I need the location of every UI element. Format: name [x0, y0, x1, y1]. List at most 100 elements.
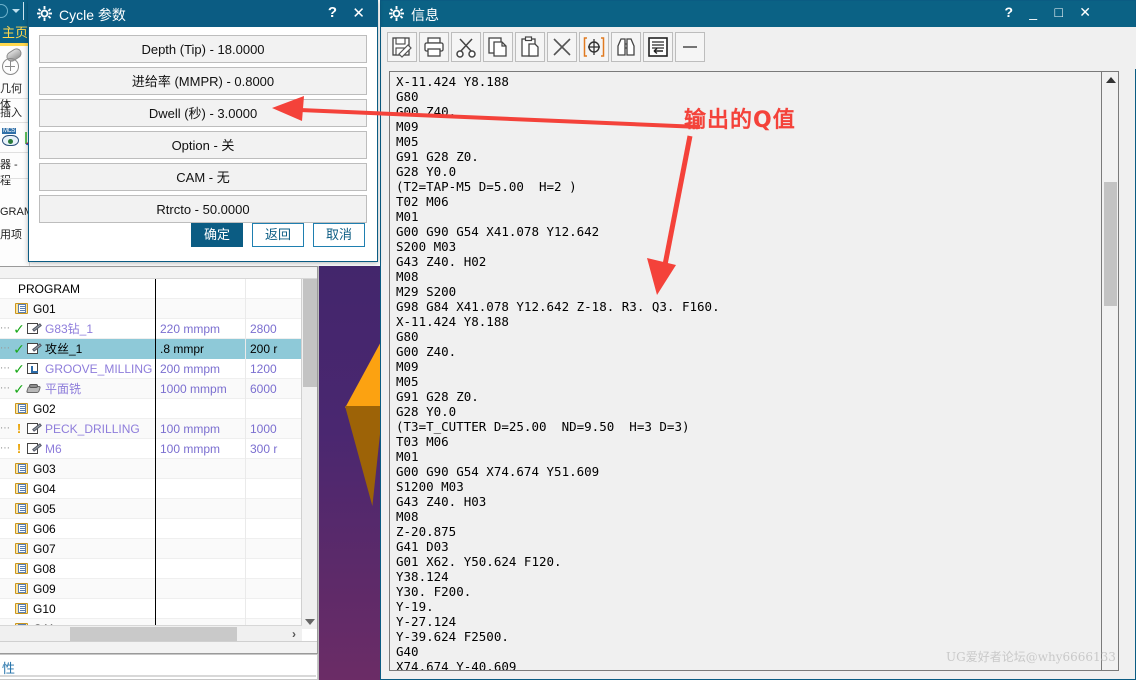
tree-cell-feed	[156, 598, 246, 619]
tree-row[interactable]: G10	[0, 598, 302, 619]
delete-button[interactable]	[547, 32, 577, 62]
cycle-param-button-2[interactable]: Dwell (秒) - 3.0000	[39, 99, 367, 127]
tree-row[interactable]: G01	[0, 298, 302, 319]
close-icon[interactable]: ✕	[352, 4, 365, 22]
tree-cell-name[interactable]: G05	[0, 498, 156, 519]
tree-row[interactable]: G08	[0, 558, 302, 579]
cycle-param-button-4[interactable]: CAM - 无	[39, 163, 367, 191]
tree-row[interactable]: G06	[0, 518, 302, 539]
tree-row[interactable]: ⋯ ✓ 攻丝_1 .8 mmpr 200 r	[0, 338, 302, 359]
tree-cell-speed	[246, 279, 302, 299]
help-icon[interactable]: ?	[1004, 4, 1013, 20]
information-titlebar[interactable]: 信息 ? _ □ ✕	[381, 1, 1135, 27]
tree-row[interactable]: G04	[0, 478, 302, 499]
folder-icon	[14, 562, 30, 576]
operation-navigator-panel[interactable]: PROGRAM G01 ⋯ ✓ G83钻_1 220 mmpm 2800 ⋯ ✓ 攻丝_1.8 m…	[0, 266, 318, 654]
tree-row[interactable]: ⋯! PECK_DRILLING 100 mmpm 1000	[0, 418, 302, 439]
cycle-param-button-0[interactable]: Depth (Tip) - 18.0000	[39, 35, 367, 63]
tree-row[interactable]: PROGRAM	[0, 279, 302, 299]
tree-cell-name[interactable]: ⋯ ✓ 攻丝_1	[0, 338, 156, 359]
back-button[interactable]: 返回	[252, 223, 304, 247]
maximize-icon[interactable]: □	[1055, 4, 1063, 20]
copy-button[interactable]	[483, 32, 513, 62]
tree-connector: ⋯	[0, 422, 10, 434]
tree-cell-feed: 1000 mmpm	[156, 378, 246, 399]
operation-navigator-column-headers	[0, 267, 317, 279]
tree-row[interactable]: ⋯ ✓ 平面铣 1000 mmpm 6000	[0, 378, 302, 399]
tree-cell-name[interactable]: G02	[0, 398, 156, 419]
operation-navigator-tree[interactable]: PROGRAM G01 ⋯ ✓ G83钻_1 220 mmpm 2800 ⋯ ✓ 攻丝_1.8 m…	[0, 279, 302, 641]
tree-vertical-scrollbar[interactable]	[301, 279, 317, 629]
tree-cell-speed	[246, 559, 302, 579]
save-edit-button[interactable]	[387, 32, 417, 62]
tree-row[interactable]: G07	[0, 538, 302, 559]
minimize-icon[interactable]: _	[1029, 4, 1037, 20]
tree-cell-speed: 2800	[250, 321, 277, 336]
print-button[interactable]	[419, 32, 449, 62]
cycle-dialog-actions[interactable]: 确定 返回 取消	[191, 223, 365, 247]
mcs-row[interactable]: MCS	[0, 126, 30, 150]
tree-row[interactable]: ⋯ ✓ GROOVE_MILLING 200 mmpm 1200	[0, 358, 302, 379]
tree-row[interactable]: G02	[0, 398, 302, 419]
ribbon-tab-home[interactable]: 主页	[0, 22, 30, 44]
graphics-viewport[interactable]	[318, 266, 380, 680]
paste-button[interactable]	[515, 32, 545, 62]
information-vertical-scrollbar[interactable]	[1101, 71, 1119, 671]
cycle-parameter-list[interactable]: Depth (Tip) - 18.0000 进给率 (MMPR) - 0.8000…	[29, 27, 377, 223]
wordwrap-button[interactable]	[643, 32, 673, 62]
tree-cell-name[interactable]: G07	[0, 538, 156, 559]
locate-button[interactable]	[579, 32, 609, 62]
tree-row[interactable]: ⋯! M6 100 mmpm 300 r	[0, 438, 302, 459]
tree-cell-name[interactable]: G06	[0, 518, 156, 539]
information-text-content[interactable]: X-11.424 Y8.188 G80 G00 Z40. M09 M05 G91…	[389, 71, 1101, 671]
tree-cell-name[interactable]: G03	[0, 458, 156, 479]
close-icon[interactable]: ✕	[1079, 4, 1091, 21]
information-vscroll-thumb[interactable]	[1104, 182, 1117, 306]
tree-cell-name[interactable]: ⋯ ✓ G83钻_1	[0, 318, 156, 339]
status-complete-icon: ✓	[13, 380, 25, 397]
chevron-down-icon[interactable]	[12, 9, 20, 13]
cycle-dialog-titlebar[interactable]: Cycle 参数 ? ✕	[29, 1, 377, 27]
minus-button[interactable]	[675, 32, 705, 62]
tree-row[interactable]: G05	[0, 498, 302, 519]
ok-button[interactable]: 确定	[191, 223, 243, 247]
circle-menu-icon[interactable]	[0, 4, 8, 18]
tree-cell-speed	[246, 599, 302, 619]
tree-cell-name[interactable]: G08	[0, 558, 156, 579]
cycle-param-button-5[interactable]: Rtrcto - 50.0000	[39, 195, 367, 223]
tree-horizontal-scrollbar[interactable]: ›	[0, 625, 302, 641]
tree-item-label: G05	[33, 501, 56, 516]
printer-icon	[424, 37, 444, 57]
tree-cell-name[interactable]: G09	[0, 578, 156, 599]
tree-item-label: G09	[33, 581, 56, 596]
tree-cell-name[interactable]: PROGRAM	[0, 279, 156, 299]
tree-cell-name[interactable]: ⋯! M6	[0, 438, 156, 459]
mcs-eye-icon[interactable]: MCS	[1, 128, 25, 148]
cancel-button[interactable]: 取消	[313, 223, 365, 247]
ribbon-label-program: GRAM	[0, 206, 30, 218]
tree-cell-name[interactable]: G10	[0, 598, 156, 619]
geometry-body-icon[interactable]	[2, 46, 24, 76]
chevron-down-icon[interactable]	[305, 619, 315, 625]
tree-vscroll-thumb[interactable]	[303, 279, 317, 387]
cut-button[interactable]	[451, 32, 481, 62]
find-button[interactable]	[611, 32, 641, 62]
tree-cell-name[interactable]: ⋯ ✓ 平面铣	[0, 378, 156, 399]
tree-cell-feed: 100 mmpm	[156, 438, 246, 459]
chevron-right-icon[interactable]: ›	[292, 628, 296, 640]
cycle-parameters-dialog[interactable]: Cycle 参数 ? ✕ Depth (Tip) - 18.0000 进给率 (M…	[28, 0, 378, 262]
tree-row[interactable]: ⋯ ✓ G83钻_1 220 mmpm 2800	[0, 318, 302, 339]
tree-hscroll-thumb[interactable]	[70, 627, 237, 641]
information-toolbar[interactable]	[381, 27, 1136, 69]
chevron-up-icon[interactable]	[1106, 77, 1116, 83]
tree-cell-name[interactable]: G01	[0, 298, 156, 319]
tree-row[interactable]: G09	[0, 578, 302, 599]
tree-cell-name[interactable]: ⋯ ✓ GROOVE_MILLING	[0, 358, 156, 379]
cycle-param-button-1[interactable]: 进给率 (MMPR) - 0.8000	[39, 67, 367, 95]
tree-row[interactable]: G03	[0, 458, 302, 479]
tree-cell-name[interactable]: ⋯! PECK_DRILLING	[0, 418, 156, 439]
tree-cell-name[interactable]: G04	[0, 478, 156, 499]
cycle-param-button-3[interactable]: Option - 关	[39, 131, 367, 159]
help-icon[interactable]: ?	[328, 4, 337, 21]
tree-cell-speed	[246, 539, 302, 559]
